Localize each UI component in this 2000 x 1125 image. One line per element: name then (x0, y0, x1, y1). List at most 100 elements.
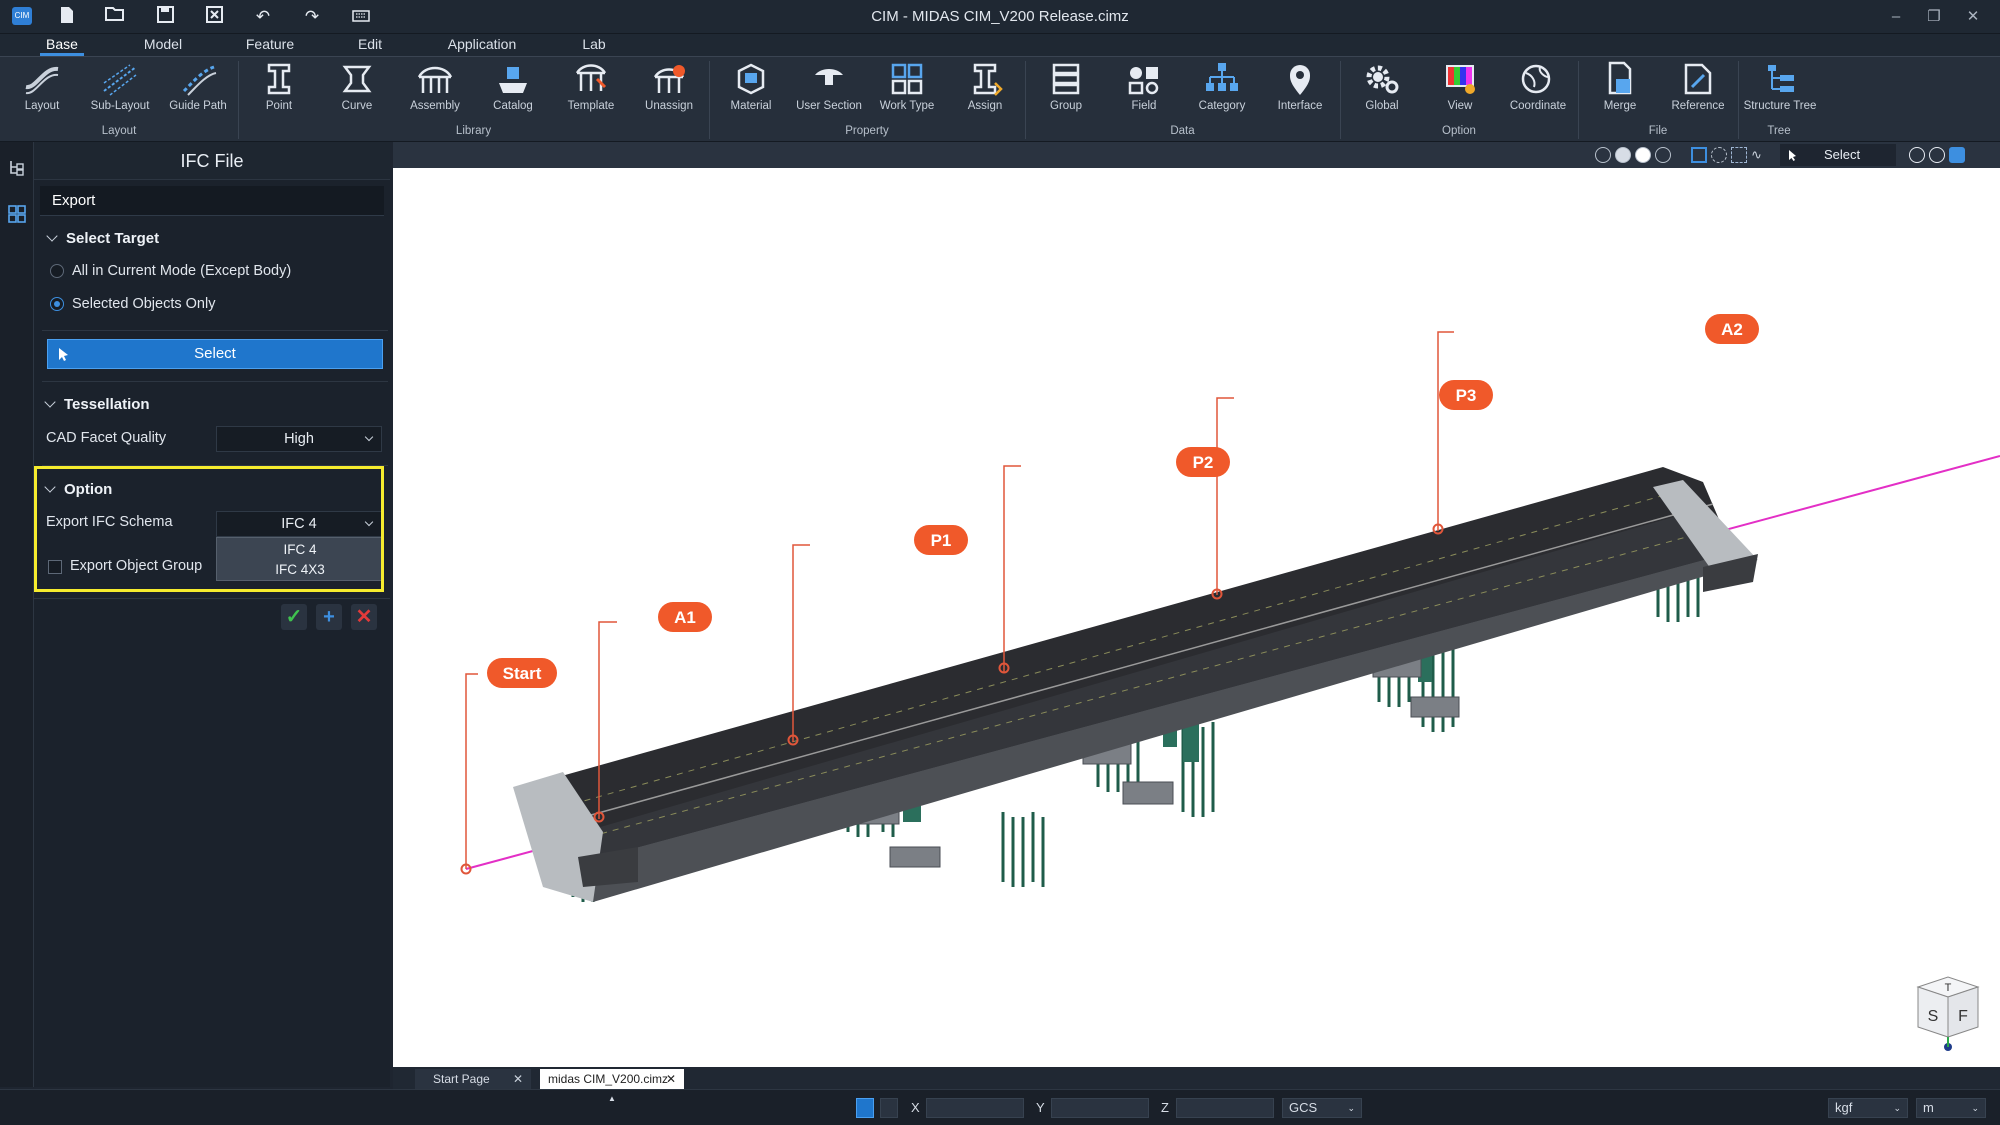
user-section-button[interactable]: User Section (791, 61, 867, 123)
template-button[interactable]: Template (553, 61, 629, 123)
coordinate-button[interactable]: Coordinate (1500, 61, 1576, 123)
marker-a2-label: A2 (1721, 320, 1743, 339)
field-button[interactable]: Field (1106, 61, 1182, 123)
clock-icon[interactable] (1909, 147, 1925, 163)
add-button[interactable]: + (316, 604, 342, 630)
layout-button[interactable]: Layout (4, 61, 80, 123)
structure-tree-button[interactable]: Structure Tree (1741, 61, 1819, 123)
viewport-toolbar: ∿ Select (393, 142, 2000, 168)
tessellation-header[interactable]: Tessellation (44, 396, 150, 413)
3d-viewport[interactable]: Start A1 P1 P2 P3 A2 T S F (393, 142, 2000, 1070)
tree-view-icon[interactable] (7, 158, 27, 178)
box-select-icon[interactable] (1691, 147, 1707, 163)
view-button[interactable]: View (1422, 61, 1498, 123)
sub-layout-button[interactable]: Sub-Layout (82, 61, 158, 123)
close-icon[interactable]: ✕ (513, 1069, 523, 1089)
location-pin-icon (1290, 65, 1310, 95)
interface-button[interactable]: Interface (1262, 61, 1338, 123)
window-title: CIM - MIDAS CIM_V200 Release.cimz (871, 8, 1129, 25)
snap-icon[interactable] (856, 1098, 874, 1118)
cancel-button[interactable]: ✕ (351, 604, 377, 630)
radio-all-in-mode[interactable] (50, 264, 64, 278)
group-label-property: Property (845, 125, 889, 137)
globe-icon (1521, 64, 1551, 94)
sub-layout-icon (103, 64, 137, 96)
ribbon: Layout Sub-Layout Guide Path Point Curve… (0, 56, 2000, 142)
polygon-select-icon[interactable] (1731, 147, 1747, 163)
field-icon (1128, 67, 1159, 95)
close-icon[interactable]: ✕ (1960, 6, 1986, 28)
radio-all-in-mode-label: All in Current Mode (Except Body) (72, 263, 292, 279)
doc-tab-start-page[interactable]: Start Page ✕ (415, 1069, 531, 1089)
select-target-header[interactable]: Select Target (46, 230, 159, 247)
white-shaded-icon[interactable] (1635, 147, 1651, 163)
cube-front-label: F (1958, 1008, 1968, 1025)
merge-button[interactable]: Merge (1582, 61, 1658, 123)
x-label: X (911, 1100, 920, 1115)
z-coordinate-input[interactable] (1176, 1098, 1274, 1118)
orbit-icon[interactable] (1595, 147, 1611, 163)
guide-path-button[interactable]: Guide Path (160, 61, 236, 123)
wireframe-icon[interactable] (1655, 147, 1671, 163)
cursor-icon (59, 348, 68, 361)
marker-p1-label: P1 (931, 531, 952, 550)
bridge-model[interactable]: Start A1 P1 P2 P3 A2 T S F (393, 142, 2000, 1070)
y-coordinate-input[interactable] (1051, 1098, 1149, 1118)
gear-icon (1366, 65, 1399, 94)
tab-application[interactable]: Application (442, 34, 522, 56)
assign-button[interactable]: Assign (947, 61, 1023, 123)
document-tabs: Start Page ✕ midas CIM_V200.cimz ✕ (393, 1067, 2000, 1089)
settings-circle-icon[interactable] (1929, 147, 1945, 163)
group-label-file: File (1648, 125, 1668, 137)
point-button[interactable]: Point (241, 61, 317, 123)
status-bar: ▲ X Y Z GCS ⌄ kgf ⌄ m ⌄ (0, 1089, 2000, 1125)
minimize-icon[interactable]: – (1883, 6, 1909, 28)
tab-model[interactable]: Model (138, 34, 188, 56)
tab-lab[interactable]: Lab (578, 34, 610, 56)
x-coordinate-input[interactable] (926, 1098, 1024, 1118)
select-objects-button[interactable]: Select (47, 339, 383, 369)
restore-icon[interactable]: ❐ (1921, 6, 1947, 28)
force-unit-dropdown[interactable]: kgf ⌄ (1828, 1098, 1908, 1118)
doc-tab-model-file[interactable]: midas CIM_V200.cimz ✕ (540, 1069, 684, 1089)
confirm-button[interactable]: ✓ (281, 604, 307, 630)
curve-icon (342, 65, 372, 93)
main-tabs: Base Model Feature Edit Application Lab (0, 34, 2000, 56)
lasso-select-icon[interactable]: ∿ (1751, 147, 1767, 163)
circle-select-icon[interactable] (1711, 147, 1727, 163)
tab-edit[interactable]: Edit (352, 34, 388, 56)
catalog-button[interactable]: Catalog (475, 61, 551, 123)
side-strip (0, 142, 34, 1087)
marker-p3-label: P3 (1456, 386, 1477, 405)
title-bar: CIM ↶ ↷ CIM - MIDAS CIM_V200 Release.cim… (0, 0, 2000, 34)
tab-base[interactable]: Base (40, 34, 84, 56)
tab-feature[interactable]: Feature (240, 34, 300, 56)
unassign-button[interactable]: Unassign (631, 61, 707, 123)
grid-view-icon[interactable] (7, 204, 27, 224)
shaded-icon[interactable] (1615, 147, 1631, 163)
group-button[interactable]: Group (1028, 61, 1104, 123)
chevron-down-icon (46, 230, 58, 242)
assembly-button[interactable]: Assembly (397, 61, 473, 123)
camera-icon[interactable] (1949, 147, 1965, 163)
global-button[interactable]: Global (1344, 61, 1420, 123)
coordinate-system-dropdown[interactable]: GCS ⌄ (1282, 1098, 1362, 1118)
category-button[interactable]: Category (1184, 61, 1260, 123)
tab-export[interactable]: Export (40, 186, 384, 216)
view-cube[interactable]: T S F (1916, 976, 1980, 1051)
angle-icon[interactable] (880, 1098, 898, 1118)
curve-button[interactable]: Curve (319, 61, 395, 123)
reference-button[interactable]: Reference (1660, 61, 1736, 123)
cad-facet-quality-dropdown[interactable]: High (216, 426, 382, 452)
panel-title: IFC File (34, 142, 390, 180)
material-button[interactable]: Material (713, 61, 789, 123)
reference-icon (1684, 63, 1712, 95)
catalog-icon (499, 67, 527, 93)
radio-selected-only[interactable] (50, 297, 64, 311)
collapse-arrow-icon[interactable]: ▲ (608, 1094, 616, 1103)
category-icon (1206, 63, 1238, 91)
close-icon[interactable]: ✕ (666, 1069, 676, 1089)
select-mode-dropdown[interactable]: Select (1780, 144, 1896, 166)
length-unit-dropdown[interactable]: m ⌄ (1916, 1098, 1986, 1118)
work-type-button[interactable]: Work Type (869, 61, 945, 123)
